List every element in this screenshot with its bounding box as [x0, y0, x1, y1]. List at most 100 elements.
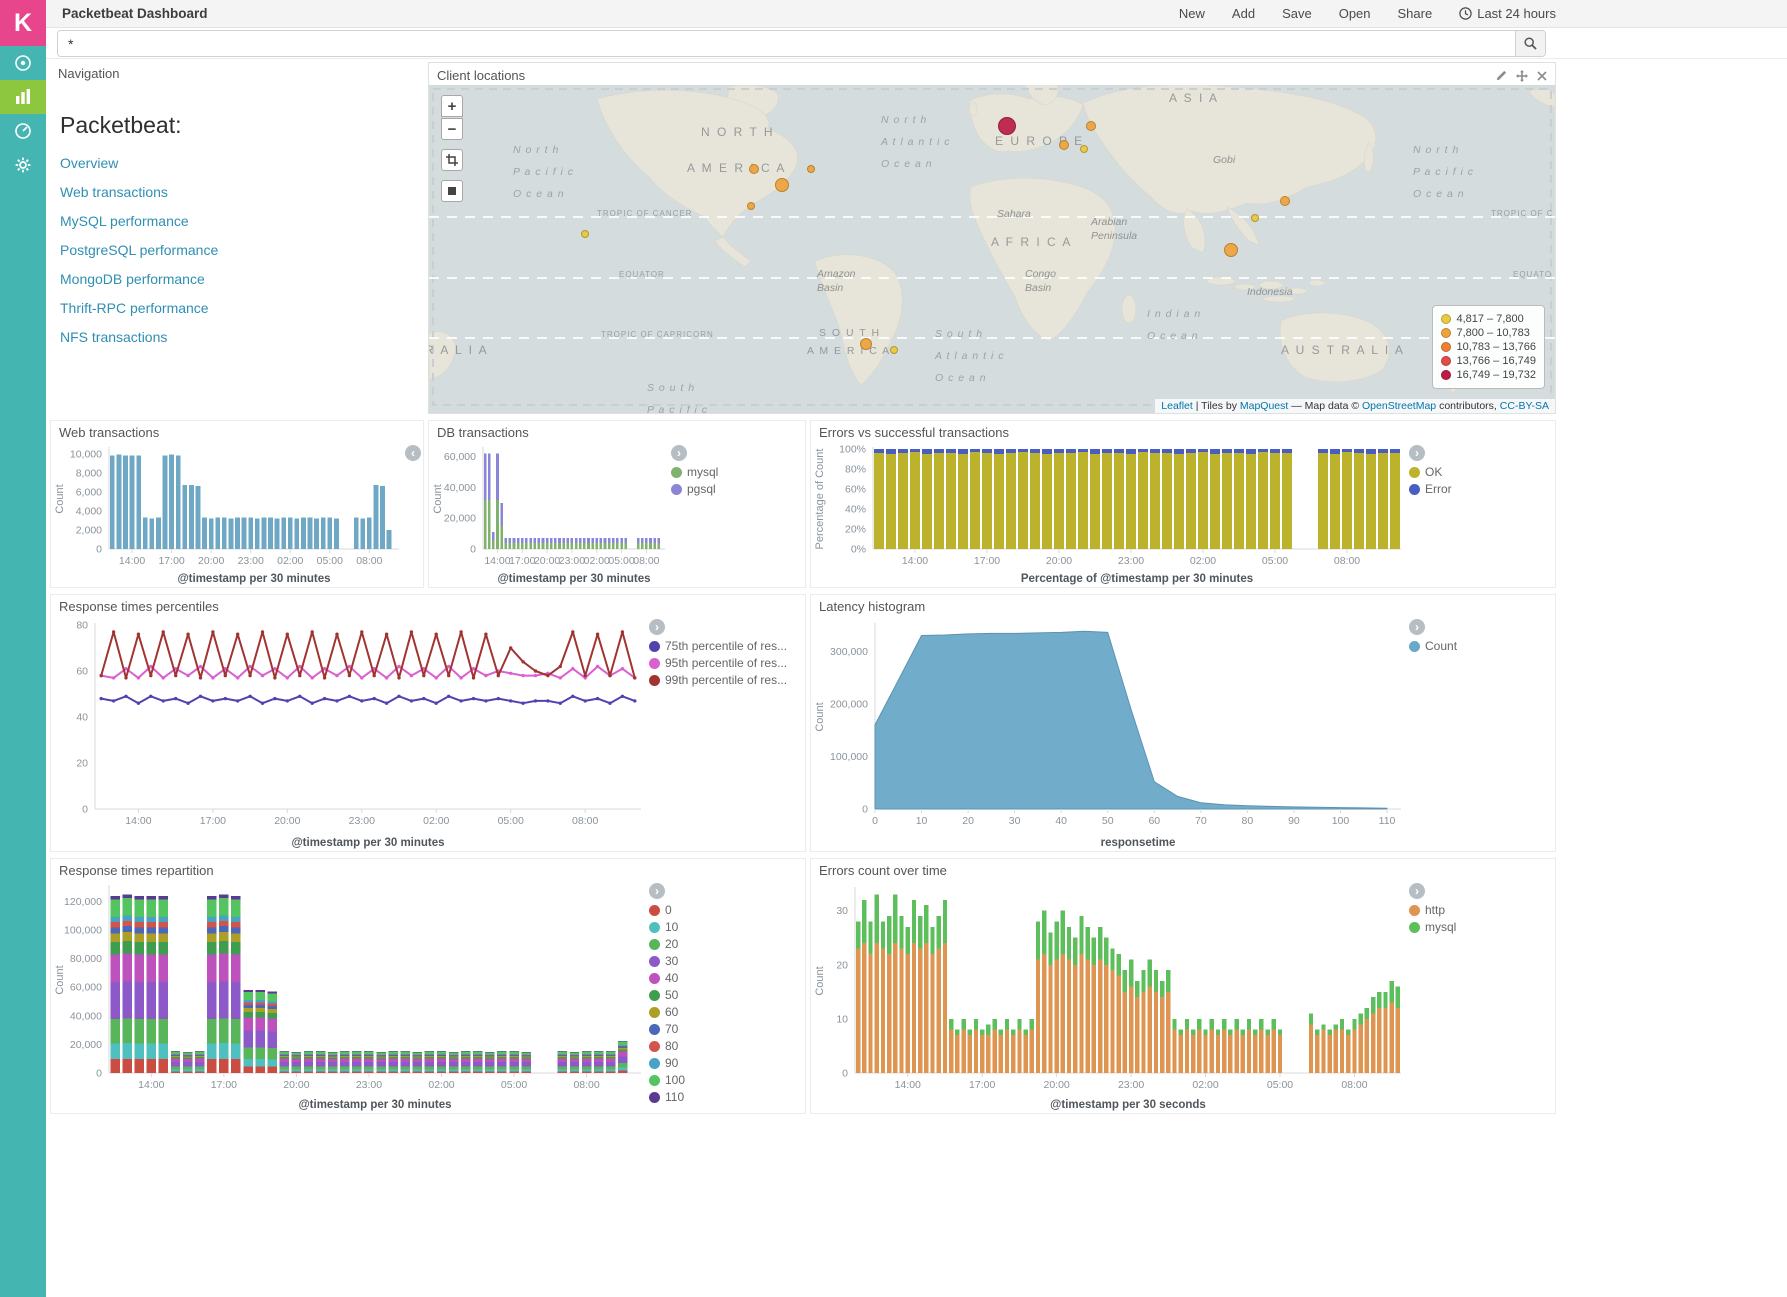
menu-item-add[interactable]: Add [1232, 6, 1255, 21]
legend-toggle-icon[interactable]: › [1409, 619, 1425, 635]
svg-text:40,000: 40,000 [70, 1010, 102, 1022]
legend-item[interactable]: 100 [649, 1073, 805, 1087]
svg-text:20:00: 20:00 [534, 555, 560, 567]
legend-item[interactable]: 40 [649, 971, 805, 985]
attribution-link[interactable]: OpenStreetMap [1362, 400, 1436, 412]
legend-item[interactable]: 10 [649, 920, 805, 934]
legend-item[interactable]: 60 [649, 1005, 805, 1019]
crop-selection-button[interactable] [441, 149, 463, 171]
legend-toggle-icon[interactable]: › [671, 445, 687, 461]
map-marker[interactable] [807, 165, 815, 173]
latency-histogram-chart[interactable]: 0100,000200,000300,000Countresponsetime0… [811, 615, 1407, 851]
world-map[interactable]: A S I AN O R T HA M E R I C AE U R O P E… [429, 85, 1555, 413]
chart-legend: › 0 10 20 30 40 50 60 70 80 90 100 110 [647, 879, 805, 1107]
legend-item[interactable]: 0 [649, 903, 805, 917]
map-marker[interactable] [1224, 243, 1238, 257]
response-times-repartition-panel: Response times repartition 020,00040,000… [50, 858, 806, 1114]
errors-count-over-time-chart[interactable]: 0102030Count@timestamp per 30 seconds14:… [811, 879, 1407, 1113]
zoom-in-button[interactable]: + [441, 95, 463, 117]
legend-item[interactable]: pgsql [671, 482, 805, 496]
svg-text:23:00: 23:00 [1118, 555, 1144, 567]
menu-item-open[interactable]: Open [1339, 6, 1371, 21]
legend-item[interactable]: mysql [1409, 920, 1555, 934]
attribution-link[interactable]: Leaflet [1161, 400, 1193, 412]
map-marker[interactable] [581, 230, 589, 238]
map-marker[interactable] [1251, 214, 1259, 222]
legend-toggle-icon[interactable]: › [649, 883, 665, 899]
legend-item[interactable]: 75th percentile of res... [649, 639, 805, 653]
nav-link-mysql-performance[interactable]: MySQL performance [60, 213, 424, 229]
map-marker[interactable] [998, 117, 1016, 135]
chart-legend: › Count [1407, 615, 1555, 656]
errors-vs-successful-chart[interactable]: 0%20%40%60%80%100%Percentage of CountPer… [811, 441, 1407, 587]
settings-icon[interactable] [0, 148, 46, 182]
web-transactions-chart[interactable]: 02,0004,0006,0008,00010,000Count@timesta… [51, 441, 403, 587]
discover-icon[interactable] [0, 46, 46, 80]
svg-text:70: 70 [1195, 815, 1207, 827]
map-marker[interactable] [749, 164, 759, 174]
map-marker[interactable] [775, 178, 789, 192]
attribution-link[interactable]: CC-BY-SA [1500, 400, 1549, 412]
panel-title: Navigation [50, 62, 424, 82]
legend-item[interactable]: 70 [649, 1022, 805, 1036]
legend-item[interactable]: 30 [649, 954, 805, 968]
svg-text:Percentage of Count: Percentage of Count [814, 449, 826, 550]
legend-item[interactable]: mysql [671, 465, 805, 479]
legend-toggle-icon[interactable]: › [649, 619, 665, 635]
attribution-link[interactable]: MapQuest [1240, 400, 1288, 412]
legend-item[interactable]: 50 [649, 988, 805, 1002]
legend-item[interactable]: OK [1409, 465, 1555, 479]
legend-item[interactable]: http [1409, 903, 1555, 917]
response-times-repartition-chart[interactable]: 020,00040,00060,00080,000100,000120,000C… [51, 879, 647, 1113]
close-panel-icon[interactable] [1537, 71, 1547, 81]
dashboard-icon[interactable] [0, 114, 46, 148]
search-input[interactable] [58, 31, 1515, 56]
legend-item[interactable]: 90 [649, 1056, 805, 1070]
svg-text:Count: Count [432, 484, 444, 513]
draw-extent-button[interactable] [441, 180, 463, 202]
nav-link-overview[interactable]: Overview [60, 155, 424, 171]
svg-text:0%: 0% [851, 544, 866, 556]
legend-item[interactable]: 20 [649, 937, 805, 951]
legend-item[interactable]: 110 [649, 1090, 805, 1104]
legend-toggle-icon[interactable]: ‹ [405, 445, 421, 461]
svg-text:10: 10 [916, 815, 928, 827]
svg-text:0: 0 [96, 1068, 102, 1080]
menu-item-share[interactable]: Share [1398, 6, 1433, 21]
nav-link-web-transactions[interactable]: Web transactions [60, 184, 424, 200]
move-panel-icon[interactable] [1516, 70, 1528, 82]
map-marker[interactable] [860, 338, 872, 350]
legend-item[interactable]: 95th percentile of res... [649, 656, 805, 670]
legend-item[interactable]: 80 [649, 1039, 805, 1053]
map-marker[interactable] [1080, 145, 1088, 153]
kibana-logo[interactable]: K [0, 0, 46, 46]
zoom-out-button[interactable]: − [441, 118, 463, 140]
map-marker[interactable] [1059, 140, 1069, 150]
visualize-icon[interactable] [0, 80, 46, 114]
nav-link-postgresql-performance[interactable]: PostgreSQL performance [60, 242, 424, 258]
map-marker[interactable] [747, 202, 755, 210]
legend-toggle-icon[interactable]: › [1409, 445, 1425, 461]
map-marker[interactable] [890, 346, 898, 354]
response-times-percentiles-chart[interactable]: 020406080@timestamp per 30 minutes14:001… [51, 615, 647, 851]
map-marker[interactable] [1086, 121, 1096, 131]
nav-link-nfs-transactions[interactable]: NFS transactions [60, 329, 424, 345]
nav-link-mongodb-performance[interactable]: MongoDB performance [60, 271, 424, 287]
edit-panel-icon[interactable] [1496, 70, 1507, 81]
menu-item-new[interactable]: New [1179, 6, 1205, 21]
nav-link-thrift-rpc-performance[interactable]: Thrift-RPC performance [60, 300, 424, 316]
svg-text:10,000: 10,000 [70, 448, 102, 460]
menu-item-save[interactable]: Save [1282, 6, 1312, 21]
time-picker-button[interactable]: Last 24 hours [1459, 6, 1556, 21]
legend-toggle-icon[interactable]: › [1409, 883, 1425, 899]
legend-item[interactable]: Count [1409, 639, 1555, 653]
svg-text:14:00: 14:00 [138, 1079, 164, 1091]
svg-text:20:00: 20:00 [283, 1079, 309, 1091]
db-transactions-chart[interactable]: 020,00040,00060,000Count@timestamp per 3… [429, 441, 669, 587]
legend-item[interactable]: Error [1409, 482, 1555, 496]
legend-item[interactable]: 99th percentile of res... [649, 673, 805, 687]
search-button[interactable] [1515, 31, 1545, 56]
svg-text:50: 50 [1102, 815, 1114, 827]
svg-text:20:00: 20:00 [1044, 1079, 1070, 1091]
map-marker[interactable] [1280, 196, 1290, 206]
